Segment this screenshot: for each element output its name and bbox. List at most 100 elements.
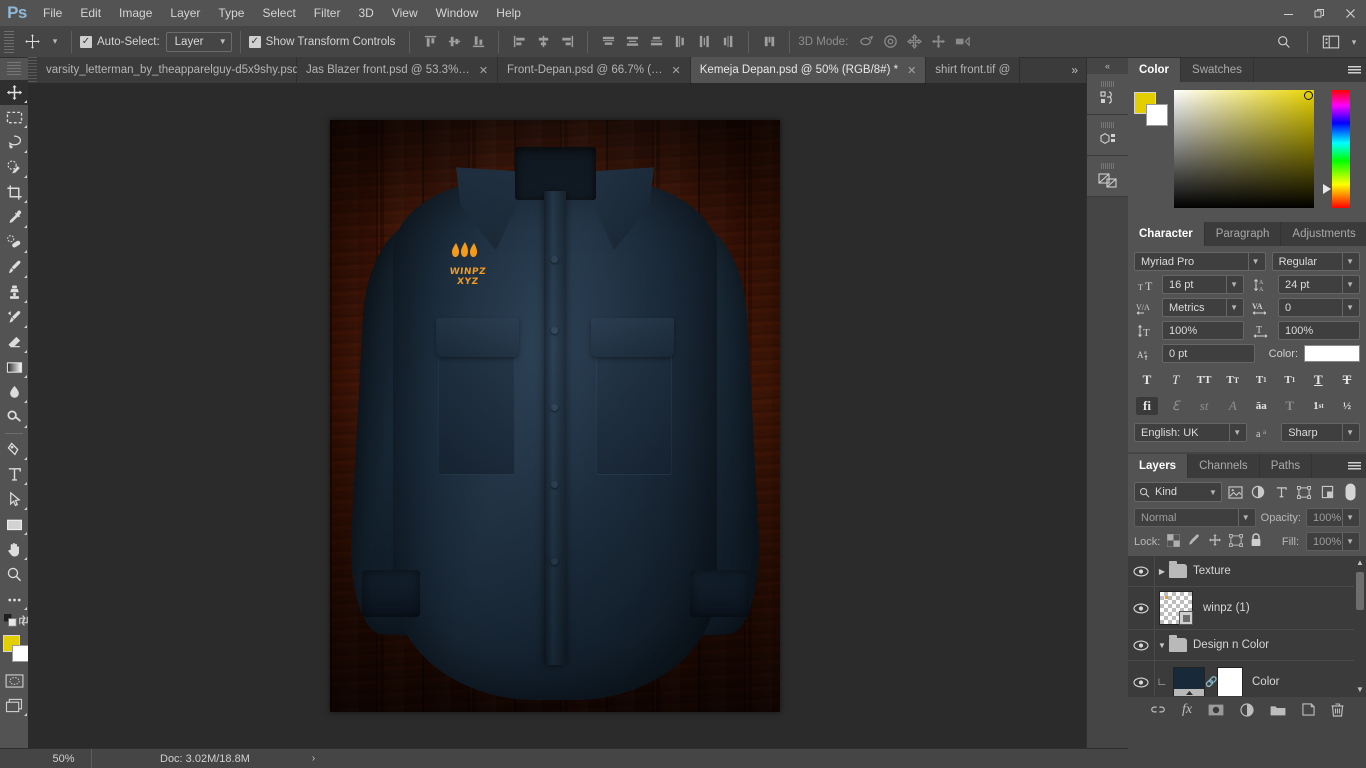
minimize-button[interactable] — [1273, 0, 1304, 26]
auto-align-layers-icon[interactable] — [757, 31, 781, 53]
lock-transparent-pixels-icon[interactable] — [1166, 533, 1181, 550]
font-size-input[interactable]: 16 pt ▼ — [1162, 275, 1244, 294]
tab-swatches[interactable]: Swatches — [1181, 58, 1254, 82]
workspace-chevron-icon[interactable]: ▾ — [1346, 30, 1362, 54]
distribute-bottom-edges-icon[interactable] — [644, 31, 668, 53]
screen-mode-icon[interactable] — [0, 693, 28, 718]
slide-3d-object-icon[interactable] — [926, 31, 950, 53]
vertical-scale-input[interactable]: 100% — [1162, 321, 1244, 340]
swash-icon[interactable]: A — [1222, 397, 1244, 415]
opacity-input[interactable]: 100% ▼ — [1306, 508, 1360, 527]
tools-panel-grip[interactable] — [7, 62, 21, 76]
layers-scrollbar[interactable]: ▲ ▼ — [1354, 556, 1366, 696]
table-row[interactable]: ▼ Design n Color — [1128, 630, 1366, 661]
quick-selection-tool[interactable] — [0, 155, 28, 180]
tab-character[interactable]: Character — [1128, 222, 1205, 246]
eraser-tool[interactable] — [0, 330, 28, 355]
text-color-swatch[interactable] — [1304, 345, 1360, 362]
layer-name[interactable]: Color — [1252, 676, 1279, 688]
auto-select-scope-select[interactable]: Layer ▼ — [165, 31, 232, 52]
lock-all-icon[interactable] — [1250, 533, 1262, 550]
show-transform-checkbox[interactable]: ✓ — [248, 35, 261, 48]
contextual-alternates-icon[interactable]: ℇ — [1165, 397, 1187, 415]
rectangle-tool[interactable] — [0, 512, 28, 537]
document-tab-kemeja-depan[interactable]: Kemeja Depan.psd @ 50% (RGB/8#) * ✕ — [690, 57, 927, 83]
blur-tool[interactable] — [0, 380, 28, 405]
roll-3d-object-icon[interactable] — [878, 31, 902, 53]
channels-stack-icon[interactable] — [1087, 156, 1129, 197]
close-icon[interactable]: ✕ — [672, 64, 681, 77]
gradient-tool[interactable] — [0, 355, 28, 380]
tracking-input[interactable]: 0 ▼ — [1278, 298, 1360, 317]
titling-alternates-icon[interactable]: T — [1279, 397, 1301, 415]
menu-file[interactable]: File — [34, 0, 71, 26]
layer-name[interactable]: winpz (1) — [1203, 602, 1250, 614]
horizontal-scale-input[interactable]: 100% — [1278, 321, 1360, 340]
filter-enable-toggle[interactable] — [1341, 482, 1360, 502]
lock-position-icon[interactable] — [1208, 533, 1222, 550]
new-adjustment-layer-icon[interactable] — [1240, 702, 1254, 717]
faux-italic-icon[interactable]: T — [1165, 371, 1187, 389]
zoom-tool[interactable] — [0, 562, 28, 587]
distribute-left-edges-icon[interactable] — [668, 31, 692, 53]
align-right-edges-icon[interactable] — [555, 31, 579, 53]
filter-pixel-icon[interactable] — [1226, 482, 1245, 502]
menu-3d[interactable]: 3D — [349, 0, 382, 26]
layer-name[interactable]: Texture — [1193, 565, 1231, 577]
font-family-select[interactable]: Myriad Pro ▼ — [1134, 252, 1266, 271]
background-color-swatch[interactable] — [1146, 104, 1168, 126]
group-twirl-icon[interactable]: ▶ — [1155, 567, 1169, 576]
layer-name[interactable]: Design n Color — [1193, 639, 1269, 651]
filter-adjustment-icon[interactable] — [1249, 482, 1268, 502]
move-tool[interactable] — [0, 80, 28, 105]
mask-link-icon[interactable]: 🔗 — [1205, 677, 1217, 688]
subscript-icon[interactable]: T1 — [1279, 371, 1301, 389]
edit-toolbar-tool[interactable] — [0, 587, 28, 612]
menu-view[interactable]: View — [383, 0, 427, 26]
document-tab-jas-blazer[interactable]: Jas Blazer front.psd @ 53.3%… ✕ — [297, 57, 499, 83]
panel-menu-icon[interactable] — [1342, 454, 1366, 478]
close-icon[interactable]: ✕ — [907, 64, 916, 77]
menu-layer[interactable]: Layer — [161, 0, 209, 26]
drag-3d-object-icon[interactable] — [902, 31, 926, 53]
path-selection-tool[interactable] — [0, 487, 28, 512]
underline-icon[interactable]: T — [1307, 371, 1329, 389]
close-button[interactable] — [1335, 0, 1366, 26]
menu-image[interactable]: Image — [110, 0, 161, 26]
hue-strip[interactable] — [1323, 90, 1350, 208]
default-foreground-background-icon[interactable] — [4, 614, 17, 632]
add-layer-mask-icon[interactable] — [1208, 704, 1224, 716]
document-tab-shirt-front[interactable]: shirt front.tif @ — [926, 57, 1021, 83]
standard-ligatures-icon[interactable]: fi — [1136, 397, 1158, 415]
document-tab-varsity-letterman[interactable]: varsity_letterman_by_theapparelguy-d5x9s… — [37, 57, 317, 83]
tab-bar-grip[interactable] — [28, 57, 37, 83]
quick-mask-mode-icon[interactable] — [0, 668, 28, 693]
workspace-switcher-icon[interactable] — [1316, 30, 1346, 54]
layer-visibility-icon[interactable] — [1128, 603, 1154, 614]
crop-tool[interactable] — [0, 180, 28, 205]
layer-thumbnail[interactable] — [1173, 667, 1205, 696]
layer-visibility-icon[interactable] — [1128, 566, 1154, 577]
rotate-3d-object-icon[interactable] — [854, 31, 878, 53]
layer-list[interactable]: ▶ Texture winpz (1) ▼ Design n Color ∟ 🔗… — [1128, 556, 1366, 696]
color-field[interactable] — [1174, 90, 1314, 208]
distribute-top-edges-icon[interactable] — [596, 31, 620, 53]
spot-healing-brush-tool[interactable] — [0, 230, 28, 255]
tab-paths[interactable]: Paths — [1260, 454, 1313, 478]
lock-image-pixels-icon[interactable] — [1187, 533, 1201, 550]
tab-channels[interactable]: Channels — [1188, 454, 1260, 478]
layer-visibility-icon[interactable] — [1128, 640, 1154, 651]
kerning-select[interactable]: Metrics ▼ — [1162, 298, 1244, 317]
filter-shape-icon[interactable] — [1295, 482, 1314, 502]
document-tab-front-depan[interactable]: Front-Depan.psd @ 66.7% (… ✕ — [498, 57, 691, 83]
ordinals-icon[interactable]: 1st — [1307, 397, 1329, 415]
tab-adjustments[interactable]: Adjustments — [1281, 222, 1366, 246]
collapse-panels-icon[interactable]: « — [1087, 58, 1128, 74]
lock-artboard-nesting-icon[interactable] — [1229, 533, 1244, 550]
delete-layer-icon[interactable] — [1331, 702, 1344, 717]
color-panel-swatches[interactable] — [1134, 92, 1168, 126]
menu-window[interactable]: Window — [427, 0, 488, 26]
add-layer-style-icon[interactable]: fx — [1182, 702, 1192, 718]
menu-type[interactable]: Type — [209, 0, 253, 26]
antialias-select[interactable]: Sharp ▼ — [1281, 423, 1360, 442]
